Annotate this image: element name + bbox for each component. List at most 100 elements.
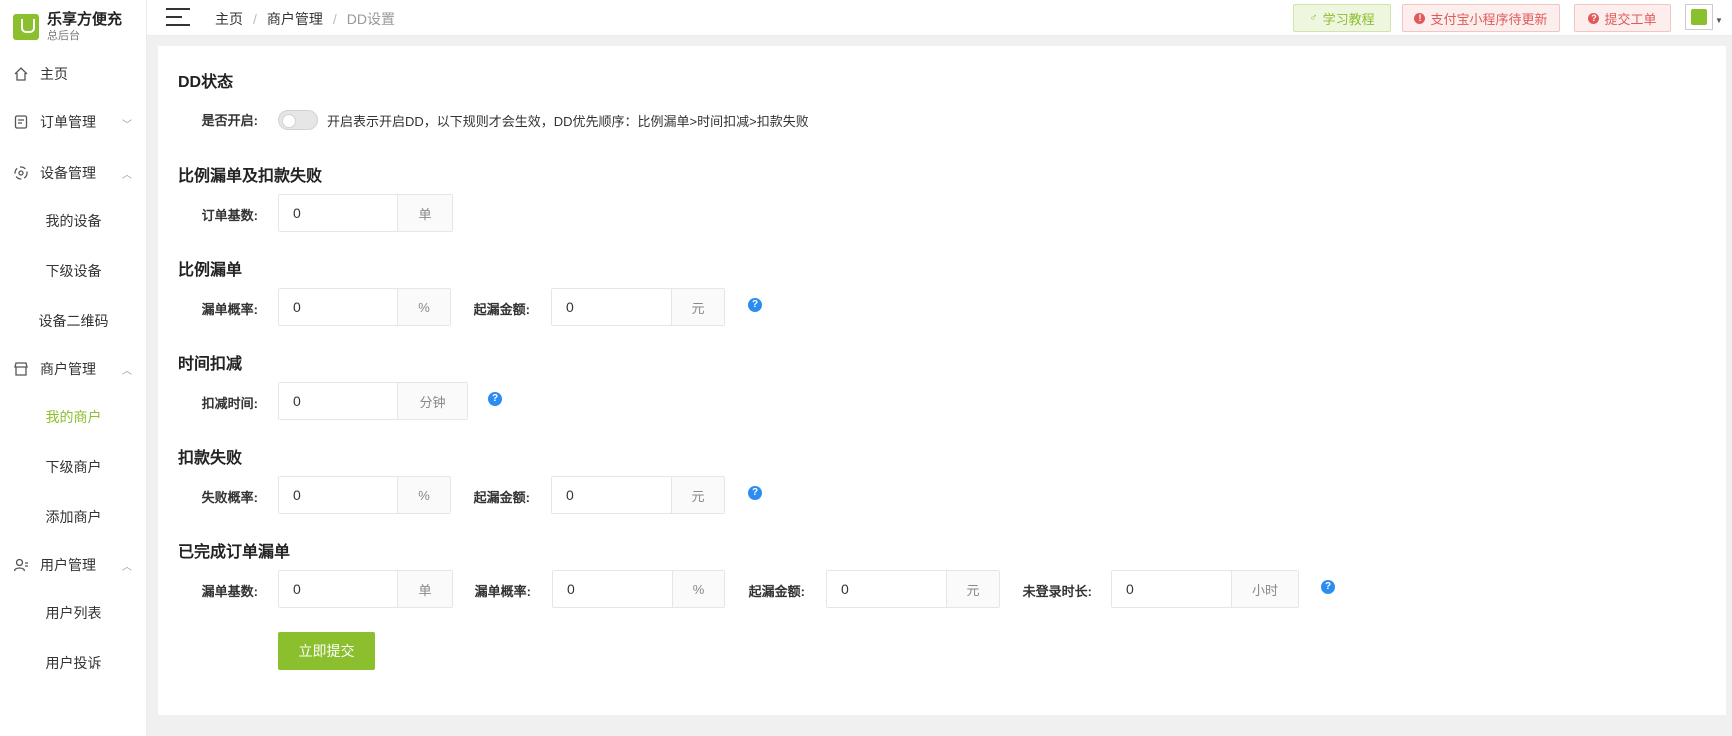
section-title-payment-fail: 扣款失败 (178, 450, 243, 467)
completed-base-input[interactable] (279, 571, 397, 607)
user-icon (12, 556, 30, 574)
completed-amount-label: 起漏金额: (748, 584, 805, 599)
leak-rate-label: 漏单概率: (201, 302, 258, 317)
enable-label: 是否开启: (201, 113, 258, 128)
learn-tutorial-label: 学习教程 (1322, 11, 1375, 27)
completed-base-field: 单 (278, 570, 453, 608)
learn-tutorial-button[interactable]: ♂ 学习教程 (1293, 4, 1391, 32)
alipay-update-label: 支付宝小程序待更新 (1430, 11, 1548, 27)
sidebar-item-label: 设备管理 (40, 165, 96, 181)
completed-amount-unit: 元 (946, 571, 999, 607)
not-logged-duration-unit: 小时 (1231, 571, 1298, 607)
leak-rate-unit: % (397, 289, 450, 325)
completed-amount-input[interactable] (827, 571, 946, 607)
fail-amount-input[interactable] (552, 477, 671, 513)
order-base-field: 单 (278, 194, 453, 232)
help-icon[interactable]: ? (488, 392, 502, 406)
sidebar-item-merchants[interactable]: 商户管理 ︿ (0, 346, 146, 392)
sidebar-item-user-complaints[interactable]: 用户投诉 (0, 638, 147, 688)
deduct-time-unit: 分钟 (397, 383, 467, 419)
settings-card: DD状态 是否开启: 开启表示开启DD，以下规则才会生效，DD优先顺序：比例漏单… (158, 46, 1726, 715)
completed-amount-field: 元 (826, 570, 1000, 608)
fail-amount-field: 元 (551, 476, 725, 514)
help-icon[interactable]: ? (748, 486, 762, 500)
help-icon[interactable]: ? (748, 298, 762, 312)
store-icon (12, 360, 30, 378)
avatar[interactable] (1685, 4, 1713, 30)
sidebar-item-users[interactable]: 用户管理 ︿ (0, 542, 146, 588)
fail-rate-unit: % (397, 477, 450, 513)
submit-ticket-button[interactable]: ? 提交工单 (1574, 4, 1671, 32)
device-icon (12, 164, 30, 182)
completed-rate-input[interactable] (553, 571, 672, 607)
sidebar-item-device-qrcode[interactable]: 设备二维码 (0, 296, 147, 346)
not-logged-duration-input[interactable] (1112, 571, 1231, 607)
enable-hint: 开启表示开启DD，以下规则才会生效，DD优先顺序：比例漏单>时间扣减>扣款失败 (327, 114, 809, 129)
sidebar-item-devices[interactable]: 设备管理 ︿ (0, 150, 146, 196)
order-base-unit: 单 (397, 195, 452, 231)
section-title-time-deduct: 时间扣减 (178, 356, 243, 373)
topbar: 主页 / 商户管理 / DD设置 ♂ 学习教程 ! 支付宝小程序待更新 ? 提交… (147, 0, 1732, 36)
sidebar-item-orders[interactable]: 订单管理 ﹀ (0, 94, 146, 150)
breadcrumb-current: DD设置 (346, 11, 396, 27)
breadcrumb-home[interactable]: 主页 (215, 9, 243, 29)
sidebar-item-sub-devices[interactable]: 下级设备 (0, 246, 147, 296)
breadcrumb: 主页 / 商户管理 / DD设置 (215, 9, 395, 29)
brand-logo-icon (13, 14, 39, 40)
deduct-time-label: 扣减时间: (201, 396, 258, 411)
section-title-ratio-leak: 比例漏单 (178, 262, 243, 279)
alert-icon: ! (1414, 12, 1426, 24)
submit-ticket-label: 提交工单 (1604, 11, 1657, 27)
not-logged-duration-label: 未登录时长: (1022, 584, 1092, 599)
fail-rate-input[interactable] (279, 477, 397, 513)
order-icon (12, 113, 30, 131)
order-base-label: 订单基数: (201, 208, 258, 223)
brand-subtitle: 总后台 (47, 30, 80, 42)
completed-rate-field: % (552, 570, 725, 608)
deduct-time-field: 分钟 (278, 382, 468, 420)
sidebar-item-my-devices[interactable]: 我的设备 (0, 196, 147, 246)
leak-rate-field: % (278, 288, 451, 326)
help-icon[interactable]: ? (1321, 580, 1335, 594)
sidebar: 乐享方便充 总后台 主页 订单管理 ﹀ 设备管理 ︿ 我的设备 下级设备 设备二… (0, 0, 147, 736)
sidebar-item-sub-merchants[interactable]: 下级商户 (0, 442, 147, 492)
not-logged-duration-field: 小时 (1111, 570, 1299, 608)
leak-amount-label: 起漏金额: (473, 302, 530, 317)
deduct-time-input[interactable] (279, 383, 397, 419)
sidebar-item-add-merchant[interactable]: 添加商户 (0, 492, 147, 542)
sidebar-item-label: 用户管理 (40, 557, 96, 573)
alipay-update-button[interactable]: ! 支付宝小程序待更新 (1402, 4, 1560, 32)
menu-toggle-icon[interactable] (166, 6, 190, 28)
fail-rate-field: % (278, 476, 451, 514)
enable-toggle[interactable] (278, 110, 318, 130)
leak-amount-unit: 元 (671, 289, 724, 325)
sidebar-item-label: 商户管理 (40, 361, 96, 377)
chevron-down-icon: ﹀ (122, 120, 132, 131)
caret-down-icon[interactable]: ▼ (1715, 16, 1723, 25)
fail-amount-label: 起漏金额: (473, 490, 530, 505)
order-base-input[interactable] (279, 195, 397, 231)
sidebar-item-my-merchants[interactable]: 我的商户 (0, 392, 147, 442)
leak-amount-input[interactable] (552, 289, 671, 325)
leak-rate-input[interactable] (279, 289, 397, 325)
male-icon: ♂ (1309, 12, 1318, 24)
chevron-up-icon: ︿ (122, 170, 132, 181)
breadcrumb-separator: / (332, 11, 337, 27)
sidebar-item-user-list[interactable]: 用户列表 (0, 588, 147, 638)
breadcrumb-merchants[interactable]: 商户管理 (267, 9, 323, 29)
completed-rate-unit: % (672, 571, 724, 607)
fail-rate-label: 失败概率: (201, 490, 258, 505)
sidebar-item-label: 主页 (40, 66, 68, 82)
sidebar-item-home[interactable]: 主页 (0, 54, 146, 94)
brand-name: 乐享方便充 (47, 11, 123, 28)
home-icon (12, 65, 30, 83)
chevron-up-icon: ︿ (122, 366, 132, 377)
submit-button[interactable]: 立即提交 (278, 632, 375, 670)
completed-rate-label: 漏单概率: (474, 584, 531, 599)
breadcrumb-separator: / (253, 11, 257, 27)
section-title-dd-status: DD状态 (178, 74, 234, 91)
section-title-ratio-and-fail: 比例漏单及扣款失败 (178, 168, 323, 185)
completed-base-label: 漏单基数: (201, 584, 258, 599)
question-icon: ? (1588, 12, 1600, 24)
chevron-up-icon: ︿ (122, 562, 132, 573)
